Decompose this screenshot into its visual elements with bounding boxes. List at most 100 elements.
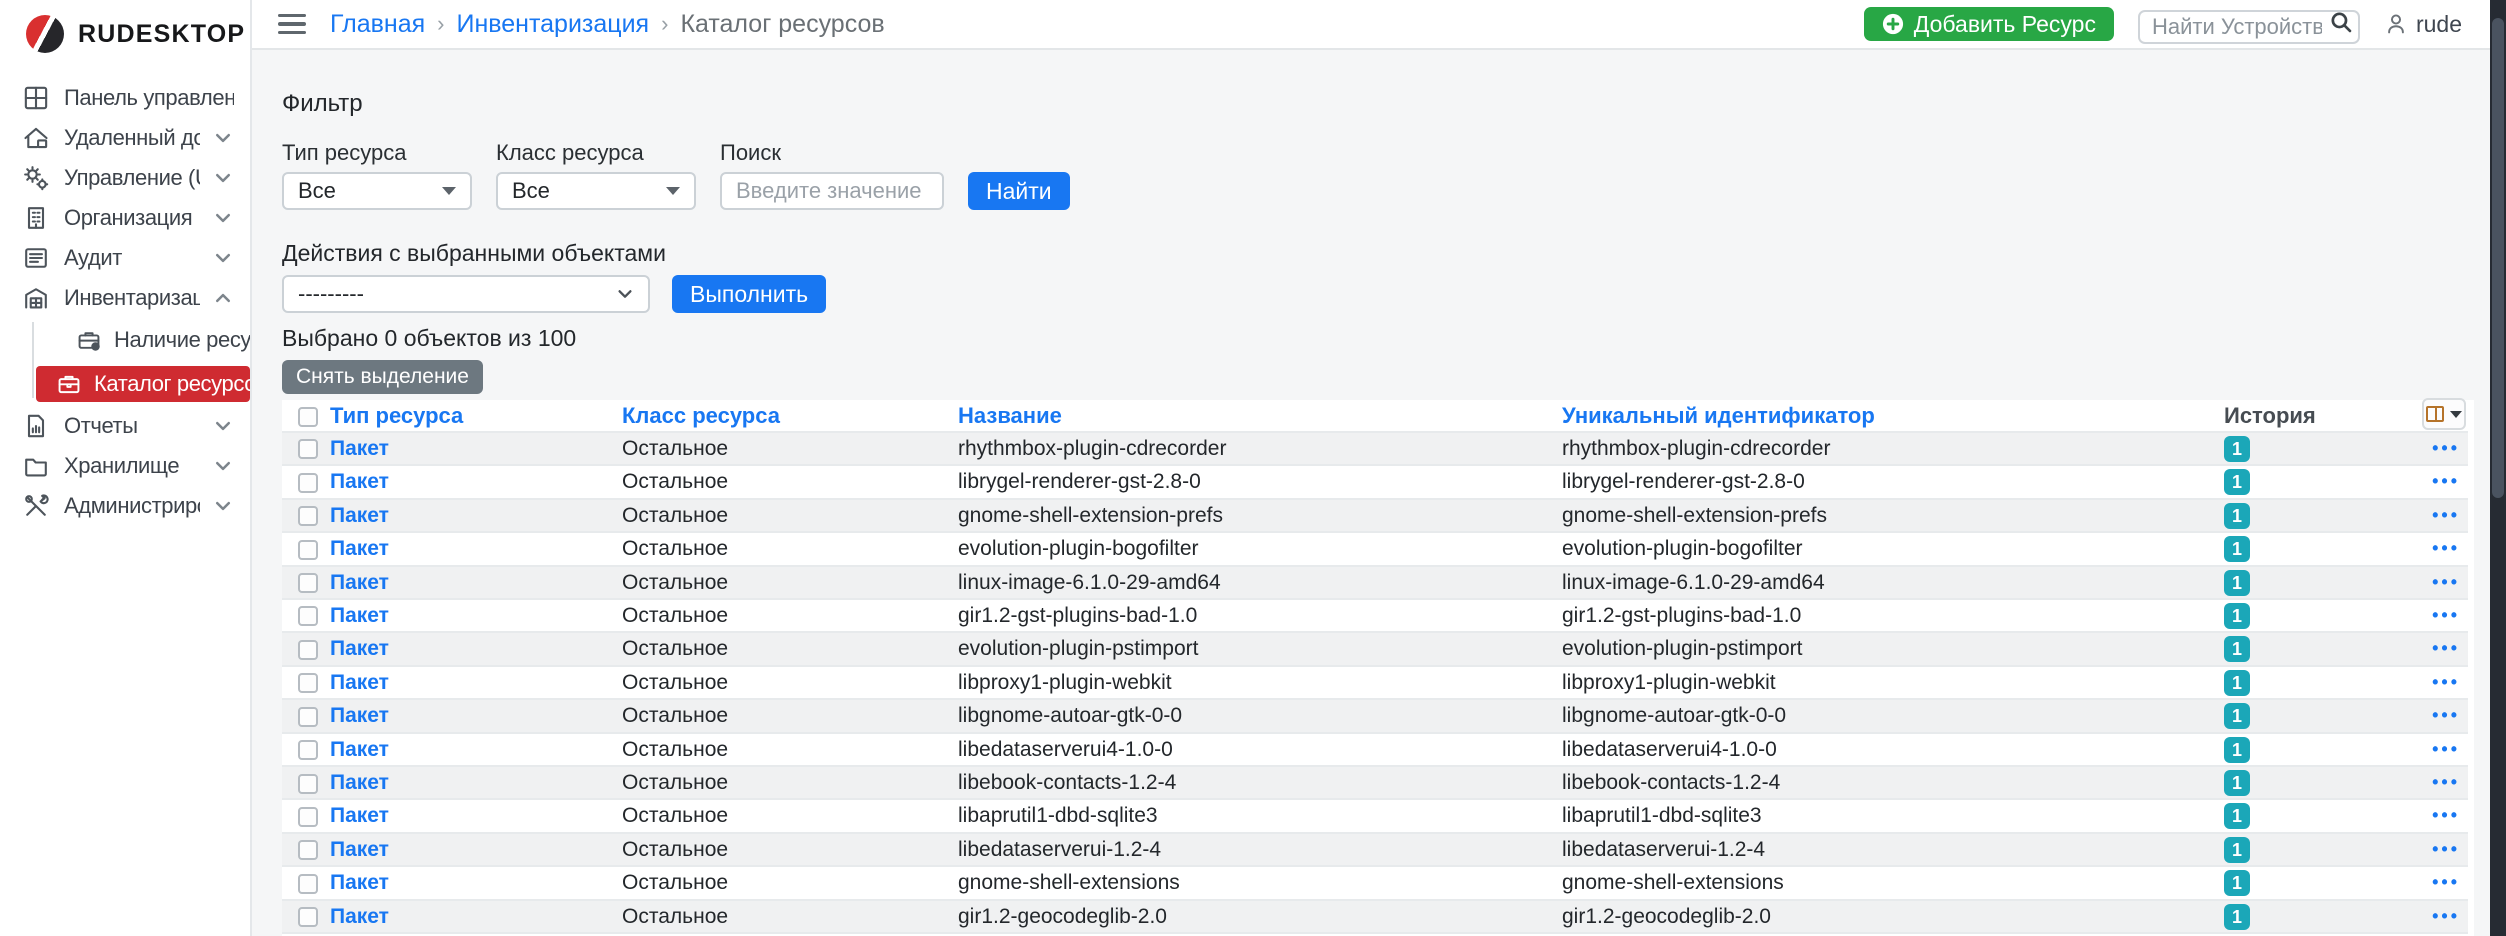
sidebar-item[interactable]: Панель управления [0,78,250,118]
row-actions-menu[interactable]: ••• [2416,465,2468,498]
sidebar-item[interactable]: Инвентаризация [0,278,250,318]
history-badge[interactable]: 1 [2224,737,2250,763]
cell-type[interactable]: Пакет [322,733,614,766]
row-actions-menu[interactable]: ••• [2416,532,2468,565]
scrollbar-thumb[interactable] [2492,18,2504,498]
row-actions-menu[interactable]: ••• [2416,632,2468,665]
row-checkbox[interactable] [298,907,318,927]
row-actions-menu[interactable]: ••• [2416,566,2468,599]
resource-class-select[interactable]: Все [496,172,696,210]
row-checkbox[interactable] [298,473,318,493]
row-checkbox[interactable] [298,774,318,794]
history-badge[interactable]: 1 [2224,703,2250,729]
cell-type[interactable]: Пакет [322,566,614,599]
organization-building-icon [22,204,50,232]
cell-type[interactable]: Пакет [322,699,614,732]
brand[interactable]: RUDESKTOP [0,0,250,68]
row-checkbox[interactable] [298,874,318,894]
row-actions-menu[interactable]: ••• [2416,866,2468,899]
cell-type[interactable]: Пакет [322,900,614,933]
history-badge[interactable]: 1 [2224,603,2250,629]
cell-type[interactable]: Пакет [322,632,614,665]
execute-button[interactable]: Выполнить [672,275,826,313]
resource-table: Тип ресурса Класс ресурса Название Уника… [282,400,2468,936]
column-picker-button[interactable] [2422,398,2466,430]
hamburger-menu-icon[interactable] [278,14,306,35]
row-actions-menu[interactable]: ••• [2416,432,2468,465]
cell-type[interactable]: Пакет [322,532,614,565]
row-checkbox[interactable] [298,606,318,626]
sidebar-item[interactable]: Администрирование [0,486,250,526]
row-checkbox[interactable] [298,439,318,459]
sidebar-item[interactable]: Удаленный доступ [0,118,250,158]
history-badge[interactable]: 1 [2224,670,2250,696]
cell-type[interactable]: Пакет [322,833,614,866]
device-search-input[interactable] [2138,10,2360,44]
sidebar-item[interactable]: Отчеты [0,406,250,446]
cell-name: gir1.2-geocodeglib-2.0 [950,900,1554,933]
cell-type[interactable]: Пакет [322,599,614,632]
history-badge[interactable]: 1 [2224,536,2250,562]
history-badge[interactable]: 1 [2224,770,2250,796]
cell-type[interactable]: Пакет [322,499,614,532]
row-checkbox[interactable] [298,640,318,660]
row-actions-menu[interactable]: ••• [2416,733,2468,766]
user-menu[interactable]: rude [2384,11,2462,38]
resource-type-select[interactable]: Все [282,172,472,210]
history-badge[interactable]: 1 [2224,436,2250,462]
row-checkbox[interactable] [298,673,318,693]
select-all-checkbox[interactable] [298,407,318,427]
row-actions-menu[interactable]: ••• [2416,833,2468,866]
history-badge[interactable]: 1 [2224,870,2250,896]
history-badge[interactable]: 1 [2224,503,2250,529]
row-checkbox[interactable] [298,840,318,860]
breadcrumb-item[interactable]: Инвентаризация [456,10,649,39]
history-badge[interactable]: 1 [2224,803,2250,829]
row-actions-menu[interactable]: ••• [2416,766,2468,799]
history-badge[interactable]: 1 [2224,904,2250,930]
history-badge[interactable]: 1 [2224,837,2250,863]
search-icon[interactable] [2330,11,2352,33]
cell-type[interactable]: Пакет [322,432,614,465]
row-actions-menu[interactable]: ••• [2416,699,2468,732]
sidebar-item[interactable]: Организация [0,198,250,238]
cell-type[interactable]: Пакет [322,766,614,799]
vertical-scrollbar[interactable] [2490,0,2506,936]
scroll-up-arrow-icon[interactable] [2492,4,2504,16]
breadcrumb-item[interactable]: Главная [330,10,425,39]
filter-search-input[interactable] [720,172,944,210]
row-actions-menu[interactable]: ••• [2416,666,2468,699]
sidebar-item[interactable]: Управление (UEM) [0,158,250,198]
row-actions-menu[interactable]: ••• [2416,900,2468,933]
sidebar-subitem[interactable]: Каталог ресурсов [36,366,250,402]
row-checkbox[interactable] [298,506,318,526]
header-name[interactable]: Название [950,400,1554,432]
cell-type[interactable]: Пакет [322,666,614,699]
header-class[interactable]: Класс ресурса [614,400,950,432]
bulk-action-select[interactable]: --------- [282,275,650,313]
row-checkbox[interactable] [298,573,318,593]
filter-submit-button[interactable]: Найти [968,172,1070,210]
row-actions-menu[interactable]: ••• [2416,499,2468,532]
clear-selection-button[interactable]: Снять выделение [282,360,483,394]
header-type[interactable]: Тип ресурса [322,400,614,432]
cell-uid: libebook-contacts-1.2-4 [1554,766,2216,799]
cell-type[interactable]: Пакет [322,465,614,498]
row-checkbox[interactable] [298,807,318,827]
sidebar-subitem[interactable]: Наличие ресурсов [0,318,250,362]
cell-type[interactable]: Пакет [322,866,614,899]
cell-type[interactable]: Пакет [322,799,614,832]
row-checkbox[interactable] [298,707,318,727]
history-badge[interactable]: 1 [2224,570,2250,596]
history-badge[interactable]: 1 [2224,469,2250,495]
sidebar-item[interactable]: Хранилище [0,446,250,486]
row-checkbox[interactable] [298,540,318,560]
history-badge[interactable]: 1 [2224,636,2250,662]
row-actions-menu[interactable]: ••• [2416,799,2468,832]
uem-gears-icon [22,164,50,192]
row-checkbox[interactable] [298,740,318,760]
header-uid[interactable]: Уникальный идентификатор [1554,400,2216,432]
row-actions-menu[interactable]: ••• [2416,599,2468,632]
sidebar-item[interactable]: Аудит [0,238,250,278]
add-resource-button[interactable]: Добавить Ресурс [1864,7,2114,41]
